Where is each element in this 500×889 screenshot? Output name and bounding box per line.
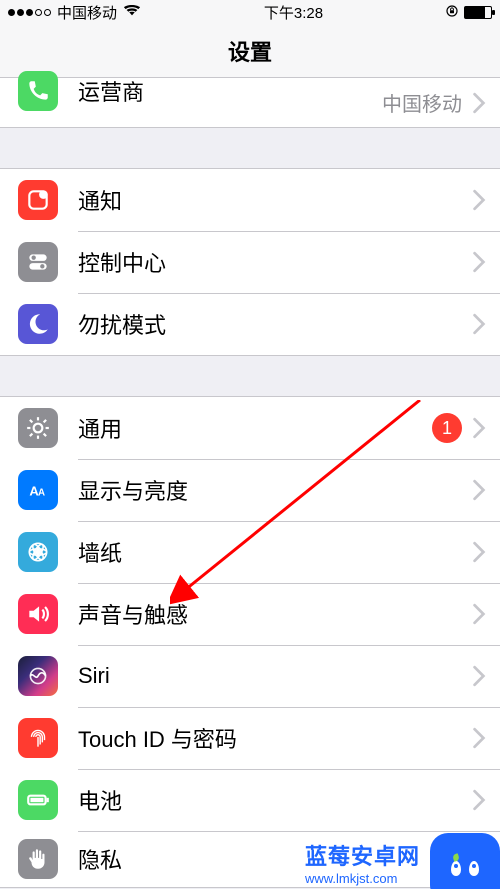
watermark-url: www.lmkjst.com bbox=[305, 871, 397, 886]
chevron-right-icon bbox=[472, 417, 486, 439]
notifications-icon bbox=[18, 180, 58, 220]
moon-icon bbox=[18, 304, 58, 344]
sound-icon bbox=[18, 594, 58, 634]
row-wallpaper[interactable]: 墙纸 bbox=[0, 521, 500, 583]
wifi-icon bbox=[123, 3, 141, 21]
row-general[interactable]: 通用 1 bbox=[0, 397, 500, 459]
row-label: 运营商 bbox=[58, 75, 382, 107]
phone-icon bbox=[18, 71, 58, 111]
status-bar: 中国移动 下午3:28 bbox=[0, 0, 500, 24]
row-label: 勿扰模式 bbox=[58, 308, 472, 340]
row-notifications[interactable]: 通知 bbox=[0, 169, 500, 231]
row-label: 通知 bbox=[58, 184, 472, 216]
row-touchid[interactable]: Touch ID 与密码 bbox=[0, 707, 500, 769]
fingerprint-icon bbox=[18, 718, 58, 758]
watermark-logo-icon bbox=[430, 833, 500, 889]
hand-icon bbox=[18, 839, 58, 879]
chevron-right-icon bbox=[472, 541, 486, 563]
group-device: 通知 控制中心 勿扰模式 bbox=[0, 168, 500, 356]
watermark-title: 蓝莓安卓网 bbox=[305, 839, 420, 871]
watermark: 蓝莓安卓网 www.lmkjst.com bbox=[307, 819, 500, 889]
siri-icon bbox=[18, 656, 58, 696]
row-dnd[interactable]: 勿扰模式 bbox=[0, 293, 500, 355]
nav-bar: 设置 bbox=[0, 24, 500, 78]
battery-row-icon bbox=[18, 780, 58, 820]
battery-icon bbox=[464, 6, 492, 19]
wallpaper-icon bbox=[18, 532, 58, 572]
row-label: Touch ID 与密码 bbox=[58, 722, 472, 754]
chevron-right-icon bbox=[472, 789, 486, 811]
row-label: 显示与亮度 bbox=[58, 474, 472, 506]
row-siri[interactable]: Siri bbox=[0, 645, 500, 707]
badge-count: 1 bbox=[432, 413, 462, 443]
chevron-right-icon bbox=[472, 251, 486, 273]
chevron-right-icon bbox=[472, 92, 486, 114]
row-label: 墙纸 bbox=[58, 536, 472, 568]
row-label: 通用 bbox=[58, 412, 432, 444]
chevron-right-icon bbox=[472, 727, 486, 749]
row-label: 控制中心 bbox=[58, 246, 472, 278]
status-left: 中国移动 bbox=[8, 2, 141, 23]
carrier-label: 中国移动 bbox=[57, 2, 117, 23]
page-title: 设置 bbox=[228, 35, 272, 67]
chevron-right-icon bbox=[472, 189, 486, 211]
gear-icon bbox=[18, 408, 58, 448]
display-icon: AA bbox=[18, 470, 58, 510]
rotation-lock-icon bbox=[446, 4, 458, 21]
status-right bbox=[446, 4, 492, 21]
row-value: 中国移动 bbox=[382, 88, 462, 117]
chevron-right-icon bbox=[472, 665, 486, 687]
row-label: 电池 bbox=[58, 784, 472, 816]
chevron-right-icon bbox=[472, 479, 486, 501]
chevron-right-icon bbox=[472, 313, 486, 335]
group-general: 通用 1 AA 显示与亮度 墙纸 声音与触感 bbox=[0, 396, 500, 888]
row-control-center[interactable]: 控制中心 bbox=[0, 231, 500, 293]
screen: 中国移动 下午3:28 设置 运营商 中国移动 bbox=[0, 0, 500, 889]
row-display[interactable]: AA 显示与亮度 bbox=[0, 459, 500, 521]
row-carrier[interactable]: 运营商 中国移动 bbox=[0, 78, 500, 128]
row-label: 声音与触感 bbox=[58, 598, 472, 630]
svg-text:A: A bbox=[38, 487, 45, 498]
status-time: 下午3:28 bbox=[264, 2, 323, 23]
row-label: Siri bbox=[58, 663, 472, 689]
control-center-icon bbox=[18, 242, 58, 282]
signal-dots-icon bbox=[8, 9, 51, 16]
row-sounds[interactable]: 声音与触感 bbox=[0, 583, 500, 645]
chevron-right-icon bbox=[472, 603, 486, 625]
